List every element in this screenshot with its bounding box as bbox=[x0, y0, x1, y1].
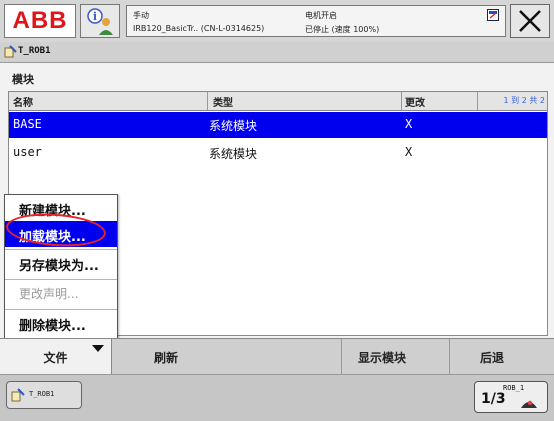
status-panel[interactable]: 手动 IRB120_BasicTr.. (CN-L-0314625) 电机开启 … bbox=[126, 5, 506, 37]
pager-text: 1 到 2 共 2 bbox=[503, 96, 545, 105]
cell-type: 系统模块 bbox=[209, 119, 258, 133]
motor-state: 电机开启 bbox=[305, 11, 337, 20]
cell-changed: X bbox=[405, 145, 413, 159]
top-status-bar: ABB i 手动 IRB120_BasicTr.. (CN-L-0314625)… bbox=[0, 0, 554, 43]
cell-type: 系统模块 bbox=[209, 147, 258, 161]
close-button[interactable] bbox=[510, 4, 550, 38]
refresh-label: 刷新 bbox=[154, 350, 179, 365]
file-menu-button[interactable]: 文件 bbox=[0, 339, 112, 375]
cell-changed: X bbox=[405, 117, 413, 131]
quickset-button[interactable]: ROB_1 1/3 bbox=[474, 381, 548, 413]
app-tab-label[interactable]: T_ROB1 bbox=[18, 46, 51, 56]
window-icon bbox=[487, 9, 499, 21]
app-task-bar: T_ROB1 bbox=[0, 42, 554, 63]
quickset-icon bbox=[521, 400, 537, 408]
task-button-t-rob1[interactable]: T_ROB1 bbox=[6, 381, 82, 409]
system-name: IRB120_BasicTr.. (CN-L-0314625) bbox=[133, 24, 265, 33]
table-header: 名称 类型 更改 1 到 2 共 2 bbox=[9, 92, 547, 111]
cell-name: user bbox=[13, 145, 42, 159]
show-module-button[interactable]: 显示模块 bbox=[342, 339, 450, 375]
operating-mode: 手动 bbox=[133, 11, 149, 20]
task-button-label: T_ROB1 bbox=[29, 390, 55, 398]
abb-menu-button[interactable]: ABB bbox=[4, 4, 76, 38]
command-bar: 文件 刷新 显示模块 后退 bbox=[0, 338, 554, 375]
event-log-button[interactable]: i bbox=[80, 4, 120, 38]
quickset-rob-label: ROB_1 bbox=[503, 384, 525, 392]
show-module-label: 显示模块 bbox=[358, 350, 407, 365]
menu-item-delete-module[interactable]: 删除模块... bbox=[5, 309, 117, 336]
table-row[interactable]: user 系统模块 X bbox=[9, 140, 547, 166]
back-button[interactable]: 后退 bbox=[450, 339, 554, 375]
abb-logo: ABB bbox=[12, 7, 68, 34]
table-row[interactable]: BASE 系统模块 X bbox=[9, 112, 547, 138]
info-user-icon: i bbox=[87, 8, 113, 35]
refresh-button[interactable]: 刷新 bbox=[112, 339, 342, 375]
flexpendant-screen: ABB i 手动 IRB120_BasicTr.. (CN-L-0314625)… bbox=[0, 0, 554, 421]
run-state: 已停止 (速度 100%) bbox=[305, 25, 380, 34]
column-header-changed[interactable]: 更改 bbox=[405, 94, 425, 109]
menu-item-change-declaration: 更改声明... bbox=[5, 279, 117, 306]
quickset-speed: 1/3 bbox=[481, 391, 506, 407]
dropdown-triangle-icon bbox=[92, 345, 104, 352]
file-button-label: 文件 bbox=[43, 350, 68, 365]
program-icon bbox=[4, 45, 17, 58]
svg-text:i: i bbox=[93, 10, 97, 23]
column-header-type[interactable]: 类型 bbox=[213, 94, 233, 109]
section-title: 模块 bbox=[12, 73, 34, 86]
program-icon bbox=[11, 388, 25, 402]
bottom-task-bar: T_ROB1 ROB_1 1/3 bbox=[0, 374, 554, 421]
cell-name: BASE bbox=[13, 117, 42, 131]
column-header-name[interactable]: 名称 bbox=[13, 94, 33, 109]
back-label: 后退 bbox=[480, 350, 505, 365]
close-icon bbox=[519, 10, 541, 32]
menu-item-save-module-as[interactable]: 另存模块为... bbox=[5, 249, 117, 276]
